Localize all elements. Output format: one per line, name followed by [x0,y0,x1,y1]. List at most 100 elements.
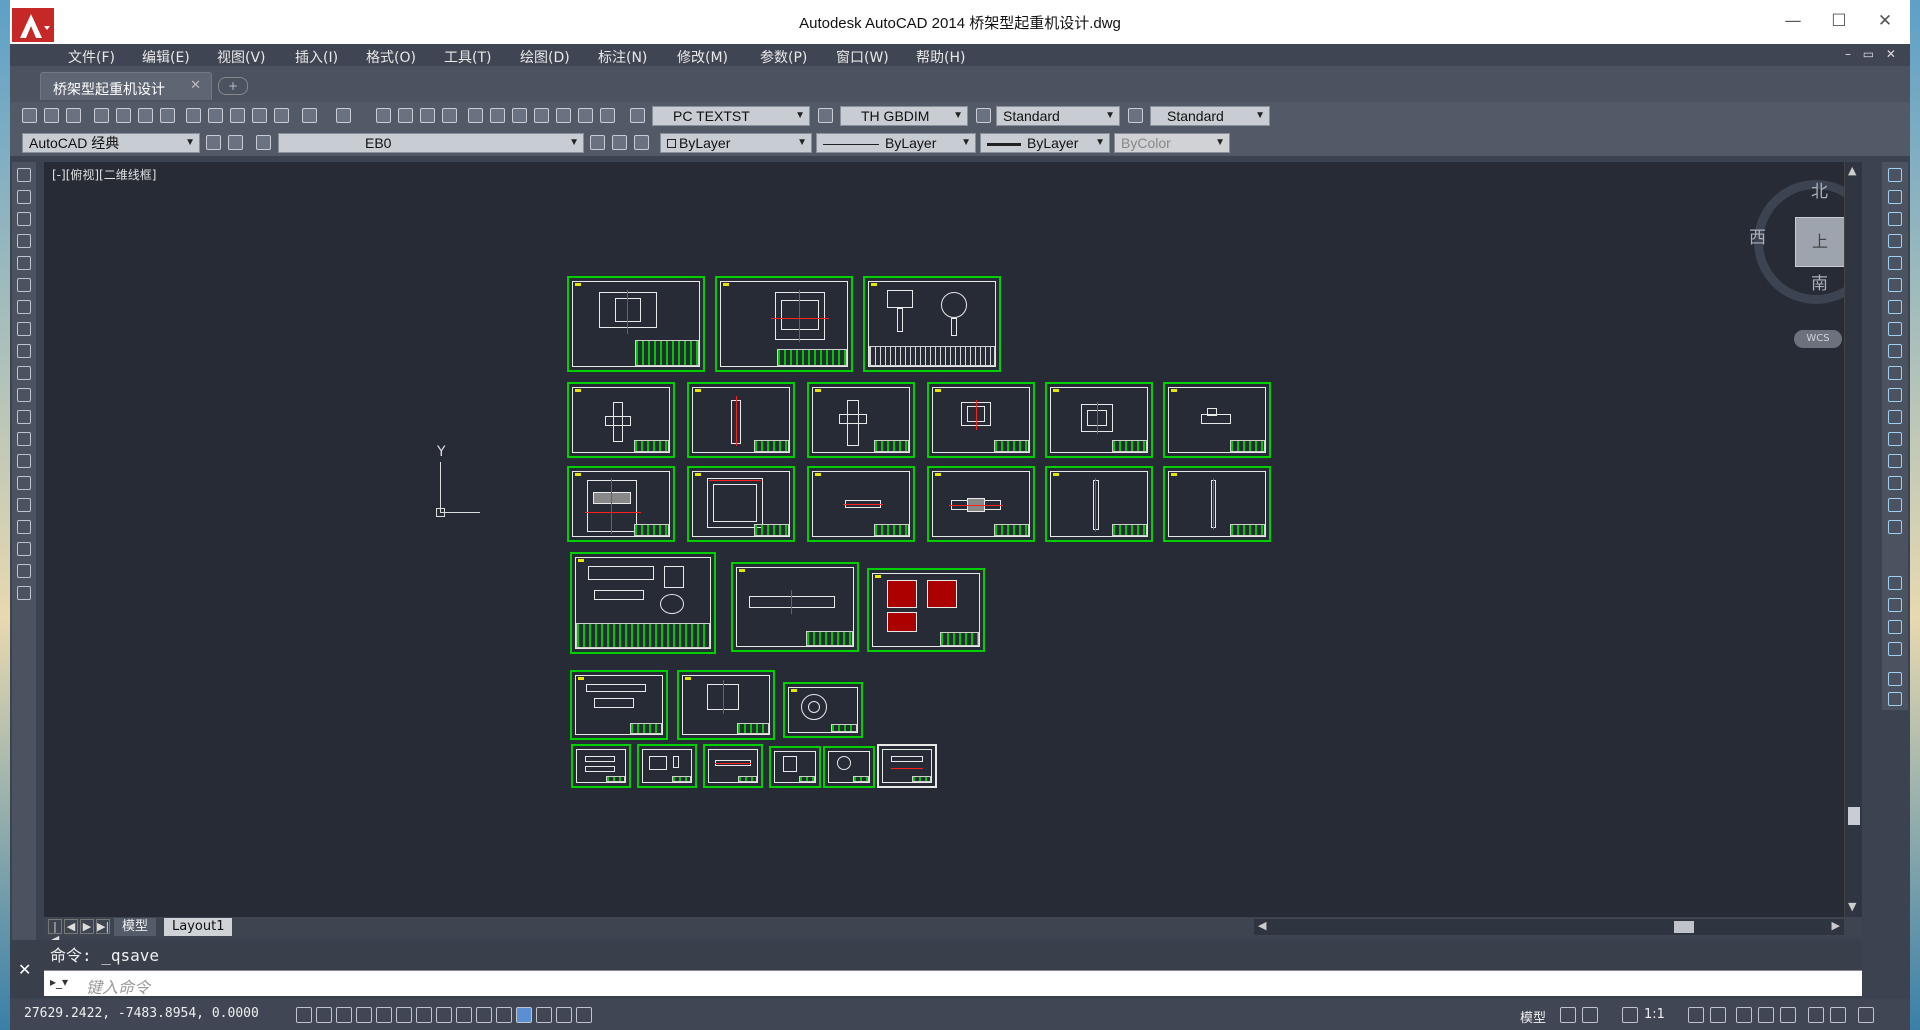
previous-layout-icon[interactable]: ◀ [64,919,78,934]
save-icon[interactable] [66,108,81,123]
snap-mode-icon[interactable] [316,1007,332,1023]
wcs-menu-button[interactable]: WCS [1794,330,1842,348]
layer-select[interactable]: EB0 ▼ [278,133,584,153]
dim-style-icon[interactable] [818,108,833,123]
construction-line-icon[interactable] [17,190,31,204]
insert-block-icon[interactable] [17,410,31,424]
maximize-button[interactable]: ☐ [1816,8,1862,34]
drawing-sheet[interactable] [715,276,853,372]
drawing-sheet[interactable] [567,276,705,372]
scale-icon[interactable] [1888,322,1902,336]
multiline-text-icon[interactable] [17,564,31,578]
trim-icon[interactable] [1888,366,1902,380]
menu-modify[interactable]: 修改(M) [677,47,728,67]
draw-order-front-icon[interactable] [1888,576,1902,590]
polygon-icon[interactable] [17,234,31,248]
drawing-sheet[interactable] [927,466,1035,542]
menu-tools[interactable]: 工具(T) [444,47,491,67]
plot-icon[interactable] [94,108,109,123]
multileader-style-select[interactable]: Standard ▼ [1150,106,1270,126]
block-editor-icon[interactable] [274,108,289,123]
customize-icon[interactable] [228,135,243,150]
tab-layout1[interactable]: Layout1 [164,918,233,936]
drawing-sheet[interactable] [687,466,795,542]
dim-style-select[interactable]: TH GBDIM ▼ [840,106,968,126]
add-selected-icon[interactable] [17,586,31,600]
move-icon[interactable] [1888,278,1902,292]
quick-view-layouts-icon[interactable] [1560,1007,1576,1023]
scroll-down-icon[interactable]: ▼ [1848,900,1856,913]
plot-preview-icon[interactable] [116,108,131,123]
menu-help[interactable]: 帮助(H) [916,47,965,67]
text-style-select[interactable]: PC TEXTST ▼ [652,106,810,126]
plot-style-select[interactable]: ByColor ▼ [1114,133,1230,153]
selection-cycling-icon[interactable] [556,1007,572,1023]
new-file-icon[interactable] [22,108,37,123]
workspace-select[interactable]: AutoCAD 经典 ▼ [22,133,200,153]
markup-icon[interactable] [556,108,571,123]
draw-order-back-icon[interactable] [1888,598,1902,612]
3d-print-icon[interactable] [160,108,175,123]
viewcube-top-face[interactable]: 上 [1795,217,1845,267]
dynamic-ucs-icon[interactable] [456,1007,472,1023]
hatch-back-icon[interactable] [1888,692,1902,706]
revision-cloud-icon[interactable] [17,322,31,336]
drawing-sheet[interactable] [807,466,915,542]
coordinate-readout[interactable]: 27629.2422, -7483.8954, 0.0000 [24,1006,259,1021]
viewcube-north[interactable]: 北 [1811,177,1828,202]
drawing-sheet[interactable] [1163,382,1271,458]
horizontal-scrollbar[interactable]: ◀ ▶ [1254,919,1844,935]
lineweight-select[interactable]: ByLayer ▼ [980,133,1110,153]
help-icon[interactable] [600,108,615,123]
horizontal-scroll-thumb[interactable] [1674,921,1694,933]
drawing-sheet[interactable] [731,562,859,652]
model-space-label[interactable]: 模型 [1520,1007,1546,1026]
properties-icon[interactable] [468,108,483,123]
drawing-sheet[interactable] [687,382,795,458]
copy-icon[interactable] [208,108,223,123]
circle-icon[interactable] [17,300,31,314]
tab-document[interactable]: 桥架型起重机设计 ✕ [40,72,212,100]
draw-order-under-icon[interactable] [1888,642,1902,656]
publish-icon[interactable] [138,108,153,123]
hardware-acceleration-icon[interactable] [1780,1007,1796,1023]
paste-icon[interactable] [230,108,245,123]
menu-window[interactable]: 窗口(W) [836,47,889,67]
annotation-visibility-icon[interactable] [1688,1007,1704,1023]
menu-view[interactable]: 视图(V) [217,47,266,67]
lock-ui-icon[interactable] [1758,1007,1774,1023]
design-center-icon[interactable] [490,108,505,123]
grid-display-icon[interactable] [336,1007,352,1023]
command-prompt-icon[interactable]: ▸_▾ [50,975,70,991]
zoom-realtime-icon[interactable] [398,108,413,123]
menu-file[interactable]: 文件(F) [68,47,115,67]
undo-icon[interactable] [302,108,317,123]
zoom-window-icon[interactable] [420,108,435,123]
linetype-select[interactable]: ByLayer ▼ [816,133,976,153]
blend-curves-icon[interactable] [1888,498,1902,512]
command-line-grip[interactable]: ✕ [10,940,44,998]
scroll-right-icon[interactable]: ▶ [1832,919,1840,932]
infer-constraints-icon[interactable] [296,1007,312,1023]
spline-icon[interactable] [17,344,31,358]
auto-scale-icon[interactable] [1710,1007,1726,1023]
line-icon[interactable] [17,168,31,182]
draw-order-above-icon[interactable] [1888,620,1902,634]
chamfer-icon[interactable] [1888,454,1902,468]
viewcube-south[interactable]: 南 [1811,269,1828,294]
document-window-controls[interactable]: – ▭ ✕ [1845,47,1900,61]
table-icon[interactable] [17,542,31,556]
viewport-controls-label[interactable]: [-][俯视][二维线框] [52,166,156,183]
drawing-sheet[interactable] [570,552,716,654]
command-input[interactable]: ▸_▾ 键入命令 [44,970,1862,997]
scroll-up-icon[interactable]: ▲ [1848,164,1856,177]
drawing-sheet[interactable] [703,744,763,788]
drawing-sheet[interactable] [877,744,937,788]
color-select[interactable]: ByLayer ▼ [660,133,812,153]
mirror-icon[interactable] [1888,212,1902,226]
region-icon[interactable] [17,520,31,534]
tool-palettes-icon[interactable] [512,108,527,123]
workspace-switching-icon[interactable] [1736,1007,1752,1023]
annotation-monitor-icon[interactable] [576,1007,592,1023]
quick-properties-icon[interactable] [536,1007,552,1023]
